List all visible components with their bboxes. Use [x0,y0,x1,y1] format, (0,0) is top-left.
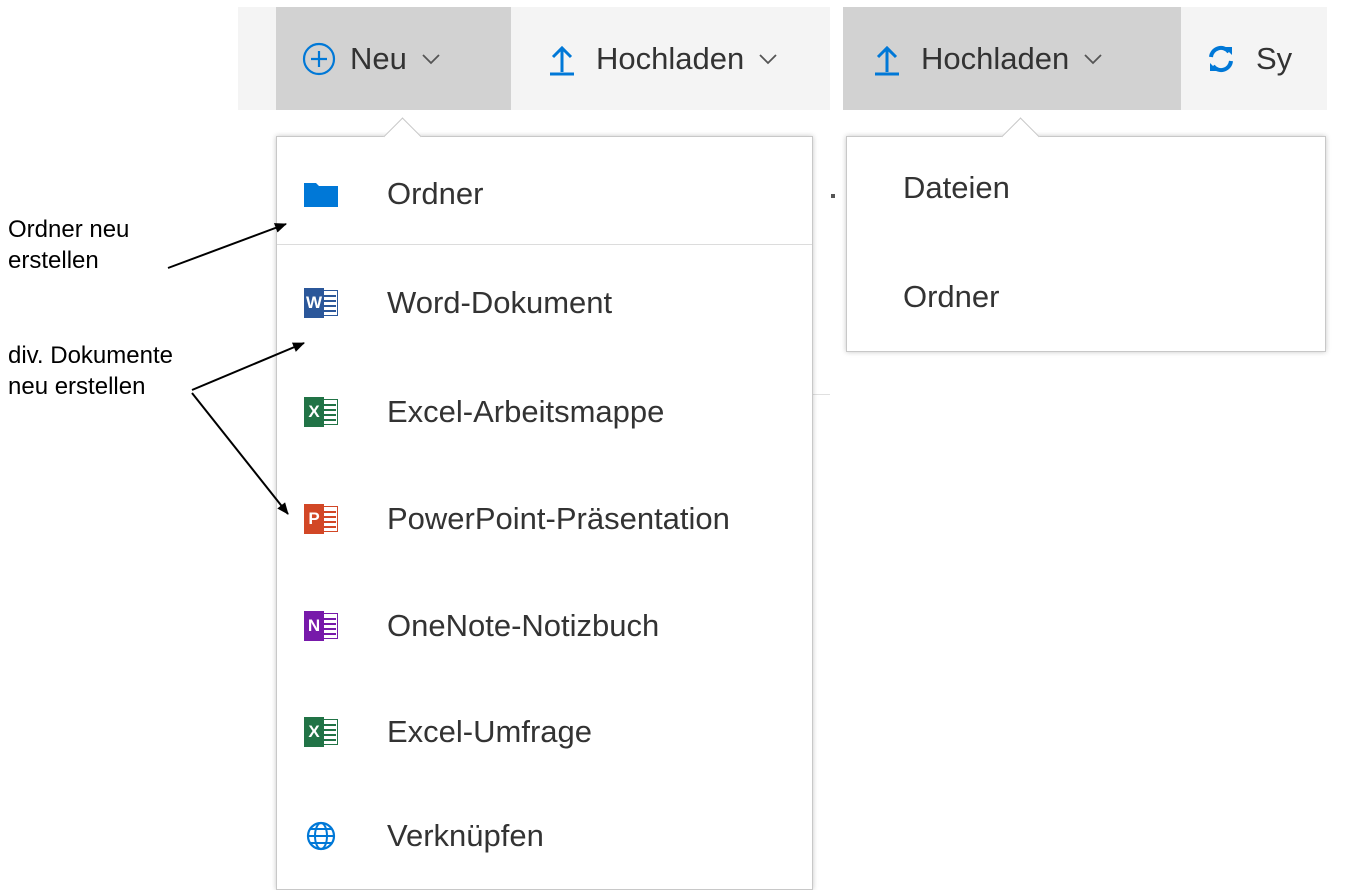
arrow-to-powerpoint [191,392,289,515]
arrow-to-word [191,342,305,391]
annotation-arrows [167,223,305,515]
arrow-to-folder [167,223,287,269]
